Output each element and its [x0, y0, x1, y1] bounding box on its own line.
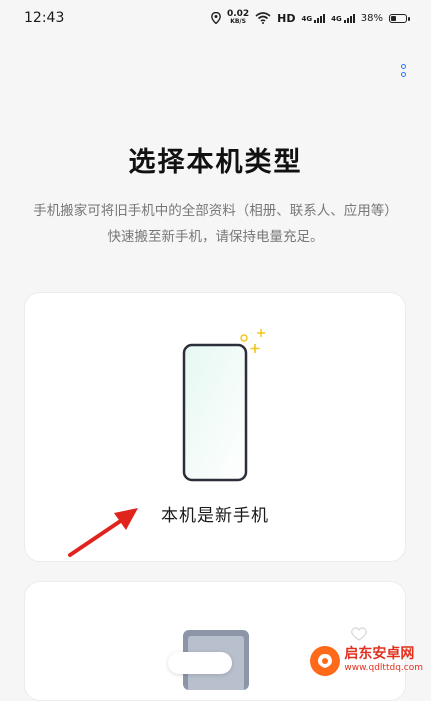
battery-icon [389, 13, 410, 23]
heart-outline-icon [351, 627, 367, 641]
hd-label: HD [277, 11, 296, 25]
status-bar: 12:43 0.02 KB/S HD 4G 4G 38% [0, 0, 431, 36]
page-description: 手机搬家可将旧手机中的全部资料（相册、联系人、应用等）快速搬至新手机，请保持电量… [33, 203, 398, 245]
location-icon [211, 12, 221, 24]
network-speed: 0.02 KB/S [227, 10, 249, 26]
new-phone-illustration [182, 329, 265, 482]
bottom-floating-pill [168, 652, 232, 674]
status-time: 12:43 [24, 10, 65, 26]
watermark-logo-icon [310, 646, 341, 676]
signal-icon-2: 4G [331, 13, 355, 23]
speed-unit: KB/S [230, 18, 246, 25]
status-icons: 0.02 KB/S HD 4G 4G 38% [211, 10, 410, 26]
more-vertical-icon [400, 63, 406, 69]
option-card-old-phone[interactable] [24, 581, 406, 701]
signal-icon-1: 4G [302, 13, 326, 23]
red-arrow-icon [68, 508, 138, 557]
watermark-url: www.qdlttdq.com [344, 663, 423, 673]
speed-value: 0.02 [226, 9, 250, 19]
watermark-name: 启东安卓网 [344, 646, 415, 662]
battery-fill [391, 15, 396, 21]
page-title: 选择本机类型 [128, 147, 303, 178]
watermark: 启东安卓网 www.qdlttdq.com [310, 646, 423, 676]
battery-percent: 38% [360, 12, 383, 24]
wifi-icon [255, 12, 271, 24]
more-menu-button[interactable] [395, 58, 411, 82]
